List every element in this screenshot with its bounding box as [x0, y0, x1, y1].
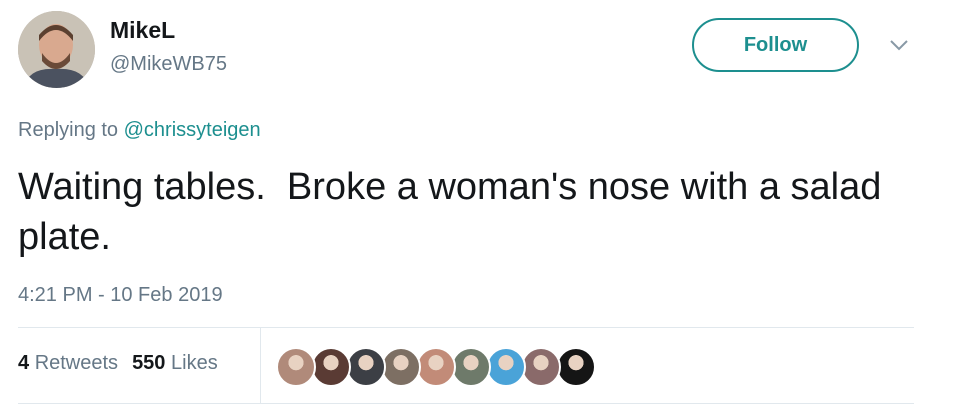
liker-avatar-7[interactable]	[486, 347, 526, 387]
retweets-stat[interactable]: 4 Retweets	[18, 352, 118, 374]
liker-avatar-1[interactable]	[276, 347, 316, 387]
display-name[interactable]: MikeL	[110, 17, 175, 44]
liker-avatars	[276, 347, 596, 387]
divider	[260, 328, 261, 403]
likes-label: Likes	[171, 352, 218, 374]
divider	[18, 327, 914, 328]
replying-to: Replying to @chrissyteigen	[18, 119, 261, 142]
tweet-text: Waiting tables. Broke a woman's nose wit…	[18, 166, 892, 258]
liker-avatar-8[interactable]	[521, 347, 561, 387]
likes-count: 550	[132, 352, 166, 374]
profile-avatar-image	[18, 11, 95, 88]
liker-avatar-6[interactable]	[451, 347, 491, 387]
liker-avatar-2[interactable]	[311, 347, 351, 387]
replying-prefix: Replying to	[18, 119, 124, 141]
liker-avatar-5[interactable]	[416, 347, 456, 387]
retweets-count: 4	[18, 352, 30, 374]
likes-stat[interactable]: 550 Likes	[132, 352, 218, 374]
liker-avatar-4[interactable]	[381, 347, 421, 387]
user-handle[interactable]: @MikeWB75	[110, 53, 227, 76]
follow-button[interactable]: Follow	[692, 18, 859, 72]
liker-avatar-9[interactable]	[556, 347, 596, 387]
profile-avatar[interactable]	[18, 11, 95, 88]
chevron-down-icon[interactable]	[888, 36, 910, 54]
liker-avatar-3[interactable]	[346, 347, 386, 387]
divider	[18, 403, 914, 404]
retweets-label: Retweets	[34, 352, 119, 374]
tweet-timestamp[interactable]: 4:21 PM - 10 Feb 2019	[18, 284, 223, 307]
replying-to-link[interactable]: @chrissyteigen	[124, 119, 261, 141]
tweet-stats: 4 Retweets 550 Likes	[18, 352, 232, 375]
